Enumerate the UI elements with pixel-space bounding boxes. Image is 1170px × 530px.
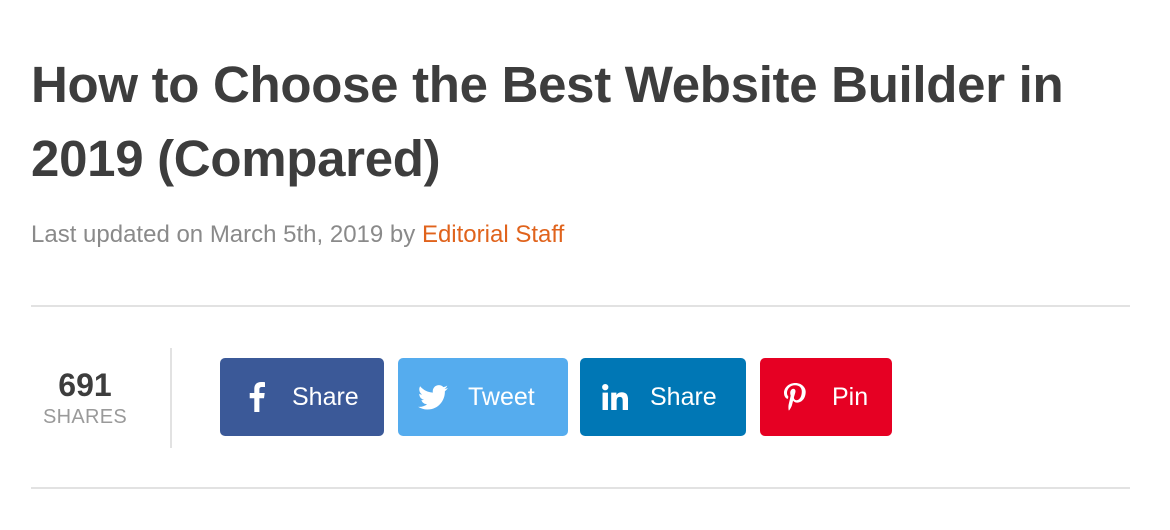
- twitter-icon: [418, 382, 448, 412]
- bottom-divider: [31, 487, 1130, 489]
- share-count-label: SHARES: [42, 406, 128, 428]
- linkedin-share-label: Share: [650, 382, 717, 411]
- meta-updated-text: Last updated on March 5th, 2019 by: [31, 221, 422, 248]
- linkedin-icon: [600, 382, 630, 412]
- pinterest-icon: [780, 382, 810, 412]
- facebook-share-label: Share: [292, 382, 359, 411]
- author-link[interactable]: Editorial Staff: [422, 221, 564, 248]
- twitter-tweet-button[interactable]: Tweet: [398, 358, 568, 436]
- facebook-share-button[interactable]: Share: [220, 358, 384, 436]
- top-divider: [31, 305, 1130, 307]
- share-count-number: 691: [58, 367, 112, 403]
- pinterest-pin-button[interactable]: Pin: [760, 358, 892, 436]
- share-separator: [170, 348, 172, 448]
- share-count: 691 SHARES: [31, 366, 139, 430]
- pinterest-pin-label: Pin: [832, 382, 869, 411]
- article-title: How to Choose the Best Website Builder i…: [31, 56, 1064, 187]
- article-meta: Last updated on March 5th, 2019 by Edito…: [31, 218, 564, 252]
- linkedin-share-button[interactable]: Share: [580, 358, 746, 436]
- twitter-tweet-label: Tweet: [468, 382, 535, 411]
- facebook-icon: [242, 382, 272, 412]
